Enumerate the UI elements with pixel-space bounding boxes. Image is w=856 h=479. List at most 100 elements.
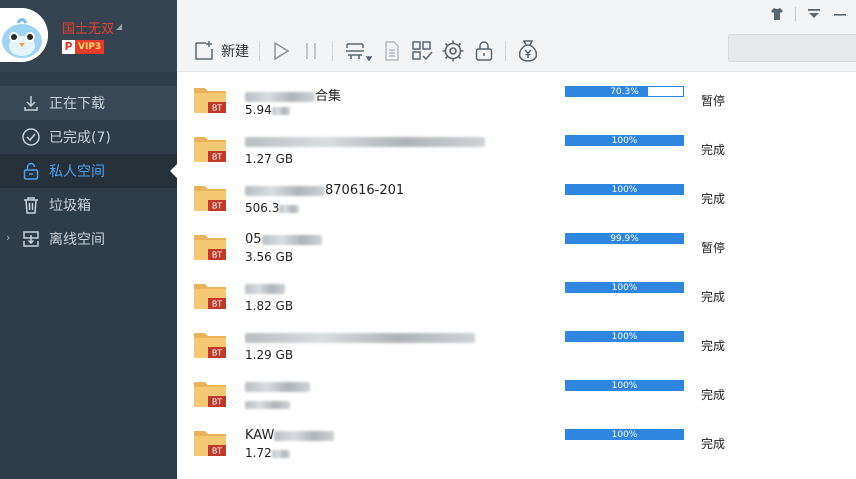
lock-button[interactable] xyxy=(469,36,499,66)
task-list: BT 合集 5.94 70.3% 暂停 BT 1.27 GB 100% 完成 B… xyxy=(177,72,856,479)
properties-button[interactable] xyxy=(377,36,407,66)
sidebar-item-label: 离线空间 xyxy=(49,232,105,248)
pause-button[interactable] xyxy=(296,36,326,66)
task-size xyxy=(245,397,290,411)
new-task-button[interactable]: 新建 xyxy=(189,36,253,66)
progress-bar: 100% xyxy=(565,331,684,342)
task-name-text: 870616-201 xyxy=(325,183,405,198)
avatar[interactable] xyxy=(0,8,48,62)
menu-dropdown-icon[interactable] xyxy=(806,6,822,22)
cloud-download-icon xyxy=(20,228,42,250)
user-profile: 国士无双 ◢ P VIP3 xyxy=(0,0,177,72)
money-button[interactable] xyxy=(512,36,544,66)
speed-button[interactable] xyxy=(437,36,469,66)
task-size-text: 1.27 GB xyxy=(245,152,294,166)
sidebar-item-downloading[interactable]: 正在下载 xyxy=(0,86,177,120)
progress-bar: 99.9% xyxy=(565,233,684,244)
progress-bar: 100% xyxy=(565,380,684,391)
redacted-text xyxy=(245,332,475,343)
vip-badge: P VIP3 xyxy=(62,40,105,54)
task-size-text: 1.29 GB xyxy=(245,348,294,362)
task-status: 完成 xyxy=(701,290,726,304)
progress-text: 100% xyxy=(611,430,638,440)
sidebar-item-private-space[interactable]: 私人空间 xyxy=(0,154,177,188)
task-size-text: 5.94 xyxy=(245,103,272,117)
task-name-text: 合集 xyxy=(315,89,342,104)
divider xyxy=(505,41,506,61)
vip-badge-letter: P xyxy=(62,40,75,54)
new-file-icon xyxy=(195,41,213,60)
task-name xyxy=(245,134,485,149)
search-input[interactable] xyxy=(728,34,856,62)
task-name xyxy=(245,330,475,345)
redacted-text xyxy=(271,449,290,458)
file-type-label: BT xyxy=(212,153,222,162)
task-name: KAW xyxy=(245,428,335,443)
task-status: 完成 xyxy=(701,437,726,451)
sidebar-item-label: 正在下载 xyxy=(49,96,105,112)
task-name-text: KAW xyxy=(245,428,275,443)
progress-text: 100% xyxy=(611,283,638,293)
task-name xyxy=(245,281,285,296)
window-controls xyxy=(769,6,848,22)
select-button[interactable] xyxy=(407,36,437,66)
top-bar: 新建 xyxy=(177,0,856,72)
username[interactable]: 国士无双 xyxy=(62,18,114,37)
sort-icon xyxy=(346,43,373,62)
file-type-label: BT xyxy=(212,300,222,309)
sort-button[interactable] xyxy=(339,36,377,66)
start-button[interactable] xyxy=(266,36,296,66)
task-size-text: 1.82 GB xyxy=(245,299,294,313)
sidebar-item-label: 私人空间 xyxy=(49,164,105,180)
progress-bar: 100% xyxy=(565,135,684,146)
sidebar-item-trash[interactable]: 垃圾箱 xyxy=(0,188,177,222)
task-size: 506.3 xyxy=(245,201,300,215)
redacted-text xyxy=(245,91,315,102)
progress-text: 100% xyxy=(611,136,638,146)
sidebar-item-completed[interactable]: 已完成(7) xyxy=(0,120,177,154)
progress-bar: 100% xyxy=(565,282,684,293)
padlock-icon xyxy=(475,41,493,61)
task-status: 完成 xyxy=(701,192,726,206)
yuan-bag-icon xyxy=(518,40,538,62)
task-status: 完成 xyxy=(701,339,726,353)
task-row[interactable]: BT 合集 5.94 70.3% 暂停 xyxy=(177,72,856,121)
redacted-text xyxy=(245,283,285,294)
progress-text: 100% xyxy=(611,332,638,342)
sidebar-item-offline-space[interactable]: › 离线空间 xyxy=(0,222,177,256)
task-size-text: 506.3 xyxy=(245,201,280,215)
task-size: 5.94 xyxy=(245,103,290,117)
task-status: 完成 xyxy=(701,143,726,157)
task-row[interactable]: BT 1.29 GB 100% 完成 xyxy=(177,317,856,366)
sidebar-item-label: 已完成(7) xyxy=(49,130,111,146)
gear-icon xyxy=(442,40,464,62)
redacted-text xyxy=(245,381,310,392)
task-name xyxy=(245,379,310,394)
new-task-label: 新建 xyxy=(221,44,249,60)
progress-text: 100% xyxy=(611,185,638,195)
pause-icon xyxy=(306,43,316,59)
progress-text: 100% xyxy=(611,381,638,391)
task-size: 1.29 GB xyxy=(245,348,293,362)
progress-bar: 70.3% xyxy=(565,86,684,97)
lock-icon xyxy=(20,160,42,182)
task-row[interactable]: BT 05 3.56 GB 99.9% 暂停 xyxy=(177,219,856,268)
task-name-text: 05 xyxy=(245,232,262,247)
task-row[interactable]: BT 1.82 GB 100% 完成 xyxy=(177,268,856,317)
redacted-text xyxy=(245,185,325,196)
redacted-text xyxy=(245,400,290,409)
expand-arrow-icon[interactable]: › xyxy=(6,231,10,244)
minimize-icon[interactable] xyxy=(832,6,848,22)
toolbar: 新建 xyxy=(189,36,544,66)
task-row[interactable]: BT 870616-201 506.3 100% 完成 xyxy=(177,170,856,219)
task-row[interactable]: BT 1.27 GB 100% 完成 xyxy=(177,121,856,170)
bt-folder-icon: BT xyxy=(194,137,226,162)
task-row[interactable]: BT 100% 完成 xyxy=(177,366,856,415)
check-circle-icon xyxy=(20,126,42,148)
task-size: 1.72 xyxy=(245,446,290,460)
task-size: 3.56 GB xyxy=(245,250,293,264)
skin-icon[interactable] xyxy=(769,6,785,22)
task-row[interactable]: BT KAW 1.72 100% 完成 xyxy=(177,415,856,464)
progress-text: 70.3% xyxy=(610,87,639,97)
user-menu-caret-icon[interactable]: ◢ xyxy=(116,22,122,31)
